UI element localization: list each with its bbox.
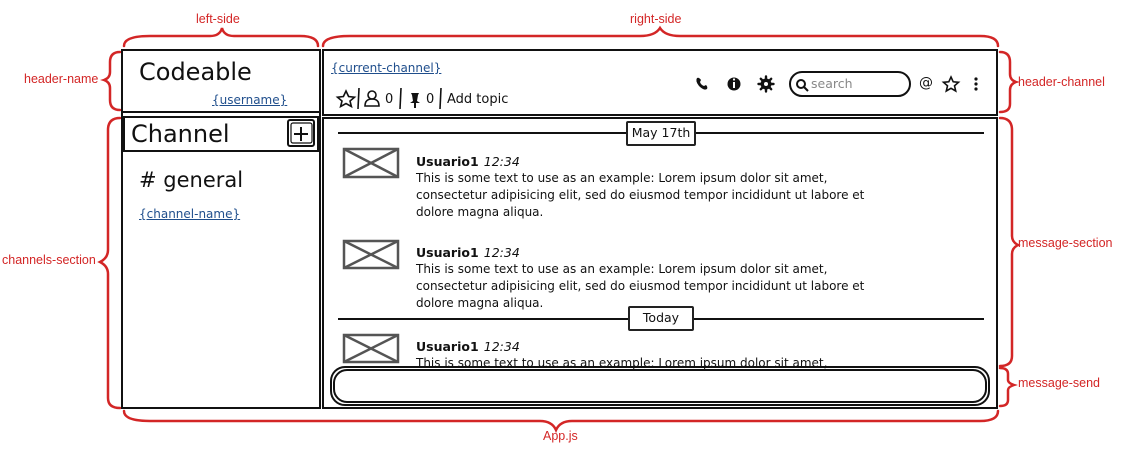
channel-section-title: Channel [131,120,230,148]
current-channel-link[interactable]: {current-channel} [331,61,441,75]
annotation-channels-section: channels-section [2,253,96,267]
date-divider-may: May 17th [626,121,696,146]
phone-button[interactable] [694,75,710,93]
message-item: Usuario1 12:34 This is some text to use … [416,151,866,221]
favorites-button[interactable] [942,75,960,93]
settings-button[interactable] [757,75,775,93]
annotation-app: App.js [543,429,578,443]
avatar-placeholders [342,147,400,364]
message-time: 12:34 [483,154,520,169]
info-button[interactable] [726,76,742,92]
annotation-right-side: right-side [630,12,682,26]
annotation-left-side: left-side [196,12,240,26]
add-channel-button[interactable] [288,120,314,146]
message-user[interactable]: Usuario1 [416,154,479,169]
message-text: This is some text to use as an example: … [416,262,865,310]
user-icon [367,90,377,100]
channel-item-placeholder[interactable]: {channel-name} [139,207,240,221]
message-text: This is some text to use as an example: … [416,171,865,219]
message-item: Usuario1 12:34 This is some text to use … [416,242,866,312]
date-divider-today: Today [628,306,694,331]
star-button[interactable] [336,88,356,108]
members-count[interactable]: 0 [385,92,393,107]
annotation-message-send: message-send [1018,376,1100,390]
add-topic-link[interactable]: Add topic [447,92,508,107]
message-item: Usuario1 12:34 This is some text to use … [416,336,866,372]
message-user[interactable]: Usuario1 [416,339,479,354]
mentions-button[interactable]: @ [919,75,933,91]
search-input[interactable]: search [811,76,901,91]
pins-count[interactable]: 0 [426,92,434,107]
app-title: Codeable [139,58,252,86]
message-user[interactable]: Usuario1 [416,245,479,260]
message-input[interactable] [333,369,987,403]
message-time: 12:34 [483,339,520,354]
more-vertical-icon[interactable] [970,75,982,93]
annotation-header-name: header-name [24,72,99,86]
annotation-header-channel: header-channel [1018,75,1105,89]
pin-icon [410,93,420,103]
channel-item-general[interactable]: # general [139,168,243,192]
message-time: 12:34 [483,245,520,260]
annotation-message-section: message-section [1018,236,1113,250]
username-link[interactable]: {username} [212,93,287,107]
